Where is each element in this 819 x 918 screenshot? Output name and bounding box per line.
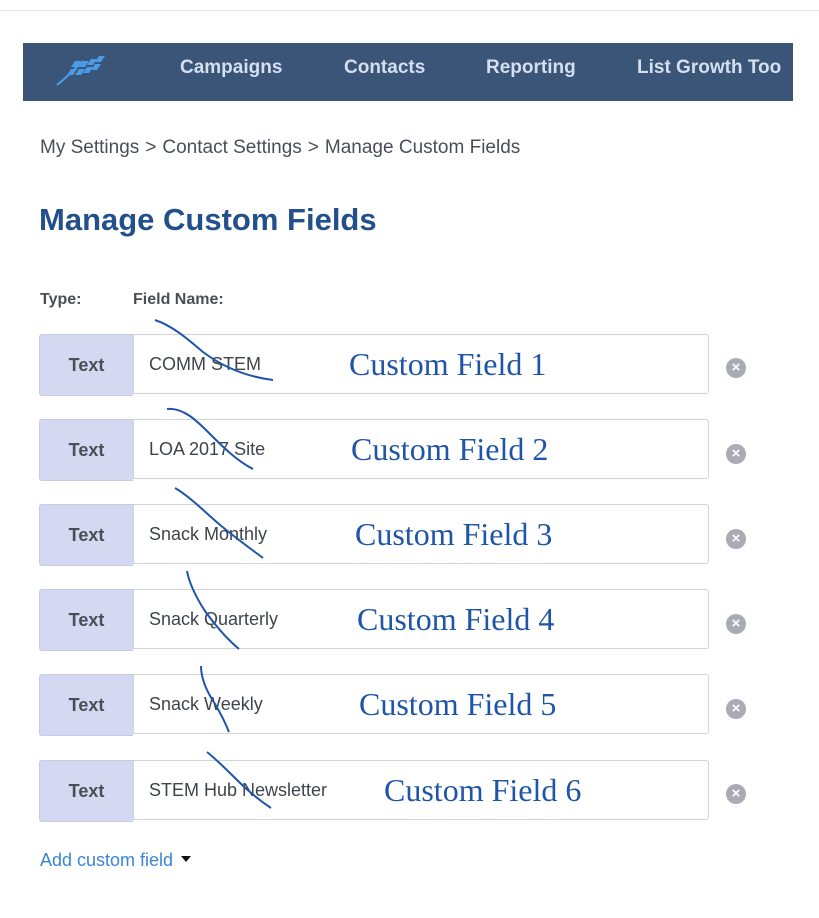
remove-circle-icon[interactable]: ×	[726, 784, 746, 804]
field-type-label: Text	[39, 419, 133, 481]
remove-circle-icon[interactable]: ×	[726, 358, 746, 378]
type-column-header: Type:	[40, 291, 82, 308]
field-type-label: Text	[39, 589, 133, 651]
logo-icon[interactable]	[53, 51, 113, 89]
custom-field-row: Text STEM Hub Newsletter Custom Field 6	[39, 751, 711, 822]
remove-circle-icon[interactable]: ×	[726, 529, 746, 549]
custom-field-row: Text Snack Quarterly Custom Field 4	[39, 570, 711, 651]
handwritten-annotation: Custom Field 4	[357, 601, 555, 637]
breadcrumb-contact-settings[interactable]: Contact Settings	[162, 137, 301, 158]
custom-field-row: Text Snack Monthly Custom Field 3	[39, 487, 711, 566]
pen-scribble	[206, 751, 272, 809]
nav-campaigns[interactable]: Campaigns	[180, 57, 282, 79]
breadcrumb-separator: >	[145, 137, 157, 158]
nav-contacts[interactable]: Contacts	[344, 57, 425, 79]
pen-scribble	[174, 487, 264, 559]
custom-field-row: Text LOA 2017 Site Custom Field 2	[39, 407, 711, 481]
add-custom-field-link[interactable]: Add custom field	[40, 850, 192, 871]
page-title: Manage Custom Fields	[39, 202, 377, 237]
handwritten-annotation: Custom Field 3	[355, 516, 553, 552]
handwritten-annotation: Custom Field 5	[359, 686, 557, 722]
breadcrumb-separator: >	[307, 137, 319, 158]
remove-circle-icon[interactable]: ×	[726, 444, 746, 464]
field-type-label: Text	[39, 504, 133, 566]
breadcrumb: My Settings > Contact Settings > Manage Cust…	[40, 137, 520, 159]
remove-circle-icon[interactable]: ×	[726, 699, 746, 719]
field-type-label: Text	[39, 760, 133, 822]
caret-down-icon	[181, 856, 192, 863]
pen-scribble	[166, 407, 254, 470]
breadcrumb-my-settings[interactable]: My Settings	[40, 137, 139, 158]
field-type-label: Text	[39, 334, 133, 396]
top-divider	[0, 10, 819, 11]
nav-list-growth-tools[interactable]: List Growth Too	[637, 57, 781, 79]
remove-circle-icon[interactable]: ×	[726, 614, 746, 634]
custom-field-row: Text Snack Weekly Custom Field 5	[39, 665, 711, 736]
add-custom-field-label: Add custom field	[40, 850, 174, 870]
breadcrumb-manage-custom-fields: Manage Custom Fields	[324, 137, 521, 158]
field-type-label: Text	[39, 674, 133, 736]
handwritten-annotation: Custom Field 1	[349, 346, 547, 382]
handwritten-annotation: Custom Field 2	[351, 431, 549, 467]
nav-reporting[interactable]: Reporting	[486, 57, 576, 79]
field-name-column-header: Field Name:	[133, 291, 224, 308]
handwritten-annotation: Custom Field 6	[384, 772, 582, 808]
pen-scribble	[200, 665, 230, 733]
pen-scribble	[154, 319, 274, 381]
pen-scribble	[186, 570, 240, 650]
top-nav: Campaigns Contacts Reporting List Growth…	[23, 43, 793, 101]
custom-field-row: Text COMM STEM Custom Field 1	[39, 319, 711, 396]
